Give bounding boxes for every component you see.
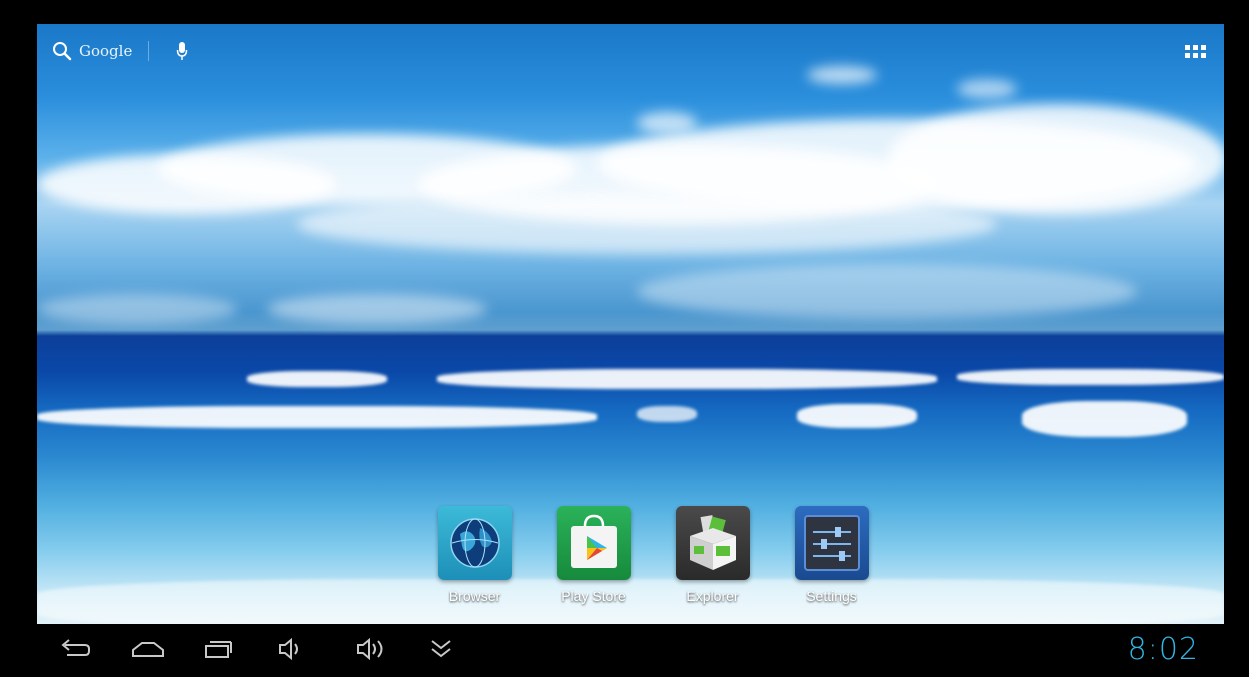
volume-up-icon[interactable] — [352, 634, 392, 664]
search-icon[interactable] — [51, 40, 73, 62]
home-icon[interactable] — [128, 634, 168, 664]
app-label: Settings — [806, 588, 857, 604]
google-search-widget[interactable]: Google — [51, 38, 193, 64]
clock[interactable]: 8:02 — [1128, 632, 1199, 667]
android-home-screen: Google Browser Play Store Explorer Setti… — [0, 0, 1249, 677]
recent-apps-icon[interactable] — [198, 634, 238, 664]
wallpaper: Google Browser Play Store Explorer Setti… — [37, 24, 1224, 624]
apps-grid-icon[interactable] — [1184, 41, 1206, 61]
app-label: Browser — [448, 588, 501, 604]
app-label: Explorer — [686, 588, 739, 604]
app-play-store[interactable]: Play Store — [534, 506, 653, 604]
box-icon[interactable] — [675, 506, 750, 580]
top-bar — [0, 0, 1249, 24]
play-store-bag-icon[interactable] — [556, 506, 631, 580]
sliders-icon[interactable] — [794, 506, 869, 580]
volume-down-icon[interactable] — [271, 634, 311, 664]
google-search-label[interactable]: Google — [79, 42, 132, 60]
app-dock: Browser Play Store Explorer Settings — [415, 506, 891, 604]
app-settings[interactable]: Settings — [772, 506, 891, 604]
app-explorer[interactable]: Explorer — [653, 506, 772, 604]
search-divider — [148, 41, 150, 61]
globe-icon[interactable] — [437, 506, 512, 580]
microphone-icon[interactable] — [171, 40, 193, 62]
double-chevron-down-icon[interactable] — [421, 634, 461, 664]
navigation-bar: 8:02 — [0, 624, 1249, 677]
app-label: Play Store — [561, 588, 626, 604]
app-browser[interactable]: Browser — [415, 506, 534, 604]
back-arrow-icon[interactable] — [54, 634, 94, 664]
